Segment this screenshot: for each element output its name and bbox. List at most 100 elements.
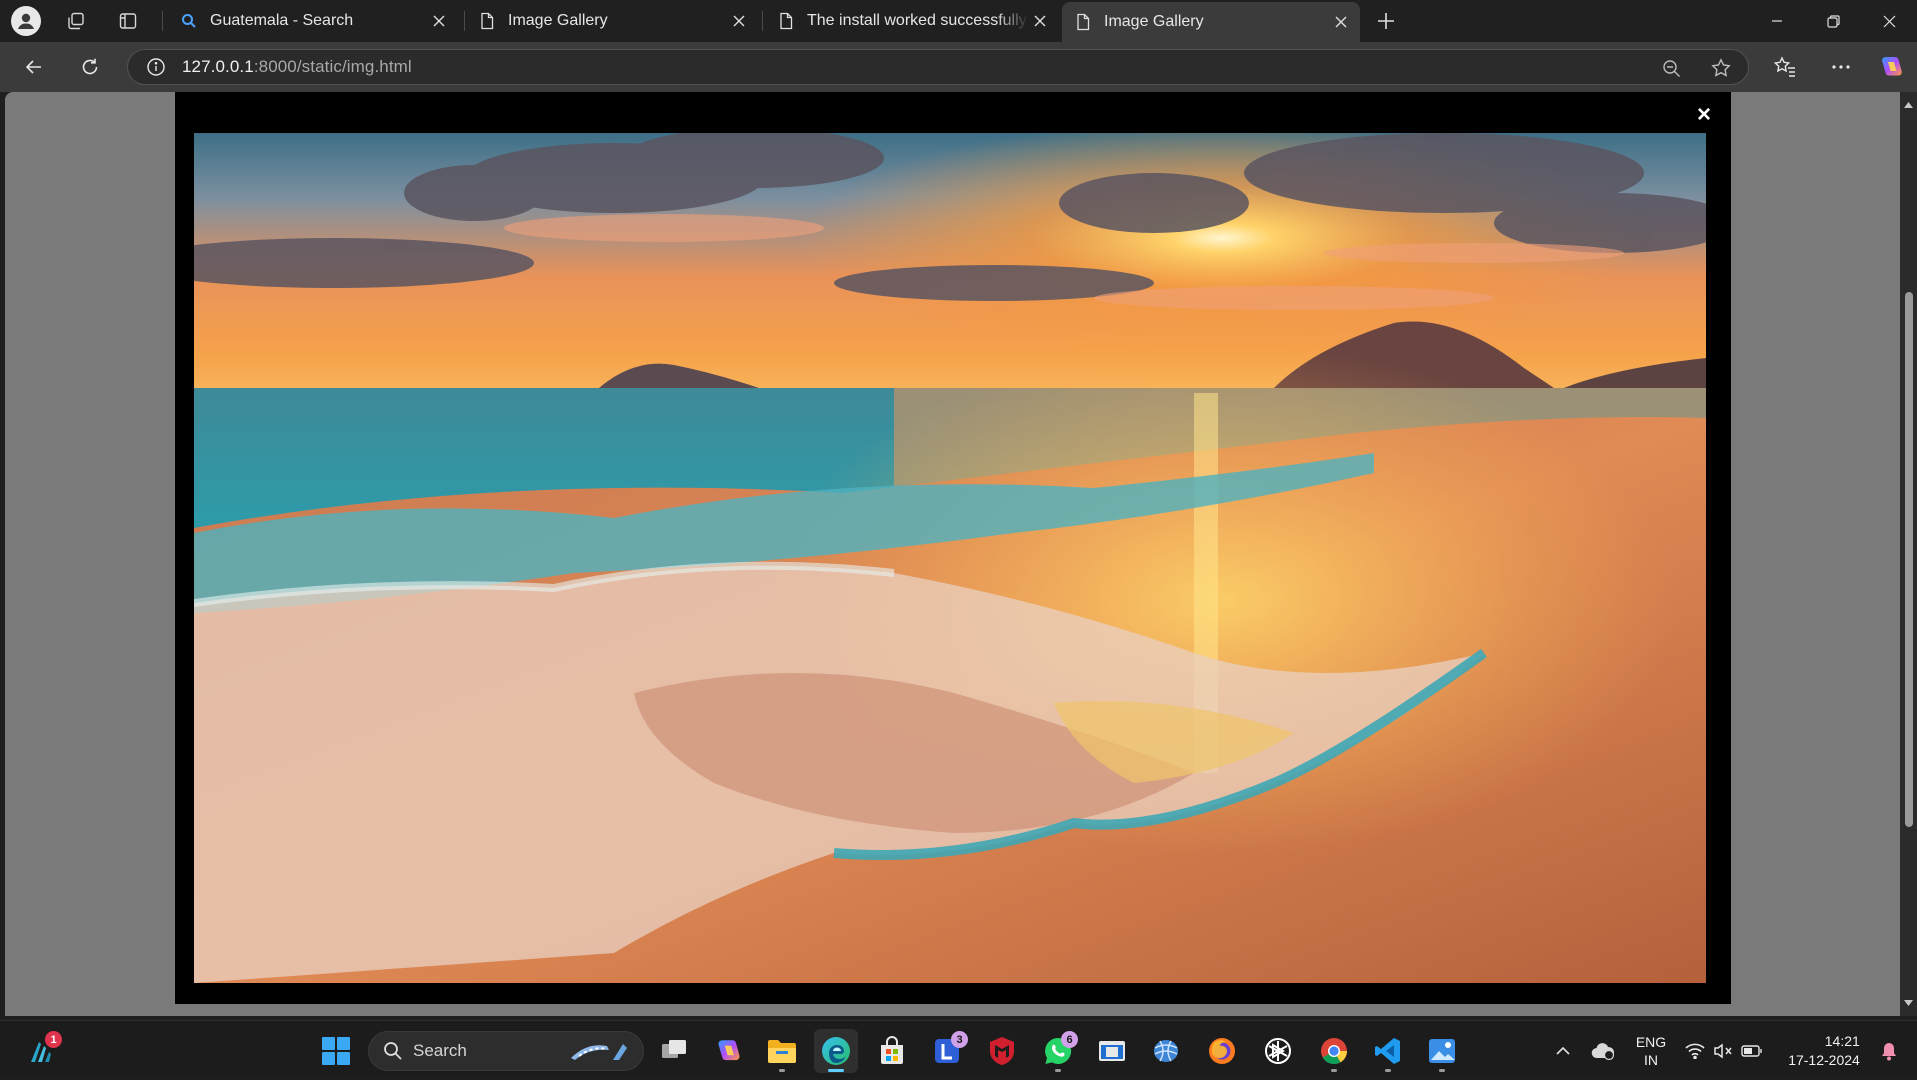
favorites-list-icon [1774,56,1795,77]
refresh-button[interactable] [73,50,107,84]
search-highlight-icon [571,1044,627,1060]
caret-down-icon [1904,1000,1913,1006]
scroll-down-button[interactable] [1900,994,1917,1012]
vscode-app[interactable] [1366,1029,1410,1073]
favorites-button[interactable] [1768,50,1802,84]
url-host: 127.0.0.1 [182,57,254,76]
zoom-out-icon [1662,59,1680,77]
copilot-icon [718,1040,740,1061]
widgets-button[interactable]: 1 [20,1029,64,1073]
tab-close-button[interactable] [1029,10,1051,32]
restore-button[interactable] [1805,0,1861,42]
firefox-icon [1209,1038,1235,1064]
bell-icon [1882,1042,1896,1060]
globe-stack-icon [1154,1040,1178,1062]
tab-image-gallery-active[interactable]: Image Gallery [1062,2,1360,42]
star-icon [1711,58,1731,77]
firefox-app[interactable] [1200,1029,1244,1073]
quick-settings-button[interactable] [1682,1021,1766,1080]
file-explorer-app[interactable] [760,1029,804,1073]
search-label: Search [413,1041,467,1060]
page-icon [780,12,793,30]
vscode-icon [1375,1038,1400,1064]
task-view-button[interactable] [652,1029,696,1073]
teams-app[interactable]: 3 [926,1029,970,1073]
task-view-icon [662,1040,686,1058]
site-info-icon[interactable] [146,57,166,77]
notifications-button[interactable] [1874,1021,1904,1080]
mcafee-app[interactable] [980,1029,1024,1073]
show-hidden-icons-button[interactable] [1548,1021,1578,1080]
close-icon [1335,16,1347,28]
whatsapp-app[interactable]: 6 [1036,1029,1080,1073]
running-indicator [1055,1069,1061,1072]
tab-close-button[interactable] [428,10,450,32]
profile-avatar-icon [11,6,41,36]
microsoft-store-app[interactable] [870,1029,914,1073]
region-code: IN [1644,1051,1658,1068]
zoom-button[interactable] [1654,50,1688,86]
onedrive-tray-button[interactable] [1586,1021,1620,1080]
minimize-button[interactable] [1749,0,1805,42]
search-icon [182,14,196,28]
remote-app[interactable] [1090,1029,1134,1073]
lightbox-close-button[interactable]: × [1693,103,1715,127]
settings-more-button[interactable] [1824,50,1858,84]
page-icon [481,12,494,30]
clock-button[interactable]: 14:21 17-12-2024 [1778,1021,1870,1080]
profile-button[interactable] [10,5,42,37]
chatgpt-app[interactable] [1256,1029,1300,1073]
tab-close-button[interactable] [728,10,750,32]
running-indicator [779,1069,785,1072]
favorite-button[interactable] [1704,50,1738,86]
running-indicator [1385,1069,1391,1072]
network-tool-app[interactable] [1144,1029,1188,1073]
active-app-indicator [828,1069,844,1072]
address-bar[interactable]: 127.0.0.1:8000/static/img.html [127,49,1749,85]
vertical-scrollbar[interactable] [1900,92,1917,1016]
chrome-app[interactable] [1312,1029,1356,1073]
edge-app[interactable] [814,1029,858,1073]
folder-icon [768,1040,796,1063]
browser-toolbar: 127.0.0.1:8000/static/img.html [0,42,1917,92]
more-icon [1832,65,1850,69]
new-tab-button[interactable] [1370,6,1402,36]
copilot-icon [1882,57,1902,76]
tab-separator [162,11,163,31]
speaker-muted-icon [1714,1043,1732,1058]
close-icon [733,15,745,27]
copilot-button[interactable] [1874,50,1908,84]
close-icon [1883,15,1895,27]
tab-guatemala-search[interactable]: Guatemala - Search [168,4,458,38]
tab-install-worked[interactable]: The install worked successfully! Co [765,4,1059,38]
scroll-thumb[interactable] [1905,292,1913,827]
remote-desktop-icon [1099,1041,1125,1061]
chatgpt-icon [1265,1038,1291,1064]
scroll-up-button[interactable] [1900,96,1917,114]
tab-close-button[interactable] [1330,11,1352,33]
language-code: ENG [1635,1033,1667,1050]
taskbar-search-box[interactable]: Search [368,1031,644,1071]
vertical-tabs-button[interactable] [112,5,144,37]
tab-title: The install worked successfully! Co [807,12,1029,29]
url-text: 127.0.0.1:8000/static/img.html [182,57,412,77]
minimize-icon [1772,20,1782,22]
notification-badge: 3 [951,1031,968,1048]
page-icon [1077,13,1090,31]
copilot-app[interactable] [706,1029,750,1073]
tab-image-gallery-1[interactable]: Image Gallery [466,4,758,38]
chevron-up-icon [1556,1046,1570,1055]
language-indicator[interactable]: ENG IN [1628,1021,1674,1080]
start-button[interactable] [314,1029,358,1073]
workspaces-button[interactable] [60,5,92,37]
battery-icon [1741,1044,1762,1057]
tab-title: Image Gallery [508,12,608,29]
store-bag-icon [881,1036,903,1064]
photos-app[interactable] [1420,1029,1464,1073]
cloud-sync-icon [1591,1042,1615,1060]
url-path: :8000/static/img.html [253,57,412,76]
clock-time: 14:21 [1824,1032,1860,1049]
back-button[interactable] [17,50,51,84]
plus-icon [1378,13,1394,29]
close-window-button[interactable] [1861,0,1917,42]
